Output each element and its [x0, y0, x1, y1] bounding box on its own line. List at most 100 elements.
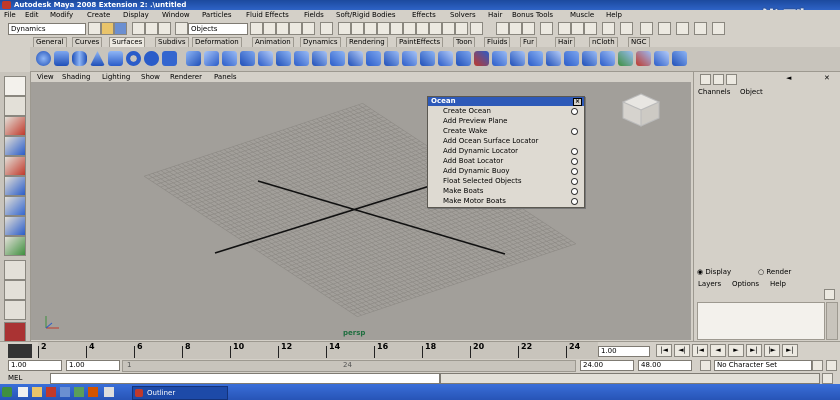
character-set-dropdown[interactable]: No Character Set: [714, 360, 812, 371]
mask-2-icon[interactable]: [351, 22, 364, 35]
tab-dynamics[interactable]: Dynamics: [300, 37, 341, 47]
menu-item-create-ocean[interactable]: Create Ocean: [428, 106, 584, 116]
square-surface-icon[interactable]: [294, 51, 309, 66]
boundary-icon[interactable]: [276, 51, 291, 66]
selection-mode-dropdown[interactable]: Objects: [188, 23, 248, 35]
mask-10-icon[interactable]: [455, 22, 468, 35]
taskbar-app-icon[interactable]: [46, 387, 56, 397]
birail-icon[interactable]: [258, 51, 273, 66]
menu-effects[interactable]: Effects: [412, 11, 436, 19]
mask-3-icon[interactable]: [364, 22, 377, 35]
panel-menu-renderer[interactable]: Renderer: [170, 73, 202, 81]
four-view-layout-icon[interactable]: [4, 280, 26, 300]
untrim-icon[interactable]: [402, 51, 417, 66]
last-tool-icon[interactable]: [4, 236, 26, 256]
snap-together-icon[interactable]: [496, 22, 509, 35]
trim-tool-icon[interactable]: [384, 51, 399, 66]
project-curve-icon[interactable]: [366, 51, 381, 66]
tab-curves[interactable]: Curves: [72, 37, 103, 47]
nurbs-circle-icon[interactable]: [144, 51, 159, 66]
tab-hair[interactable]: Hair: [555, 37, 576, 47]
stitch-icon[interactable]: [564, 51, 579, 66]
layers-menu[interactable]: Layers: [698, 280, 721, 288]
bevel-plus-icon[interactable]: [330, 51, 345, 66]
channels-menu[interactable]: Channels: [698, 88, 730, 96]
rotate-tool-icon[interactable]: [4, 156, 26, 176]
toggle-channel-box-icon[interactable]: [658, 22, 671, 35]
mask-9-icon[interactable]: [442, 22, 455, 35]
selection-mask-icon[interactable]: [175, 22, 188, 35]
new-layer-icon[interactable]: [824, 289, 835, 300]
time-slider[interactable]: 2 4 6 8 10 12 14 16 18 20 22 24 1.00 |◄ …: [0, 341, 840, 360]
nurbs-torus-icon[interactable]: [126, 51, 141, 66]
render-icon[interactable]: [558, 22, 571, 35]
tab-fur[interactable]: Fur: [520, 37, 537, 47]
command-input[interactable]: [50, 373, 440, 384]
snap-grid-icon[interactable]: [250, 22, 263, 35]
attribute-editor-toggle-icon[interactable]: [713, 74, 724, 85]
taskbar-app-icon[interactable]: [18, 387, 28, 397]
menu-file[interactable]: File: [4, 11, 16, 19]
menu-item-create-wake[interactable]: Create Wake: [428, 126, 584, 136]
taskbar-app-icon[interactable]: [104, 387, 114, 397]
menu-item-make-boats[interactable]: Make Boats: [428, 186, 584, 196]
bevel-icon[interactable]: [312, 51, 327, 66]
option-box-icon[interactable]: [571, 178, 578, 185]
play-forwards-icon[interactable]: ►: [728, 344, 744, 357]
outliner-layout-icon[interactable]: [4, 300, 26, 320]
mask-7-icon[interactable]: [416, 22, 429, 35]
nurbs-cylinder-icon[interactable]: [72, 51, 87, 66]
step-back-icon[interactable]: ◄|: [674, 344, 690, 357]
option-box-icon[interactable]: [571, 128, 578, 135]
select-component-icon[interactable]: [158, 22, 171, 35]
option-box-icon[interactable]: [571, 168, 578, 175]
character-set-icon[interactable]: [700, 360, 711, 371]
tab-toon[interactable]: Toon: [453, 37, 476, 47]
menu-modify[interactable]: Modify: [50, 11, 73, 19]
tab-ngc[interactable]: NGC: [628, 37, 650, 47]
channel-box-area[interactable]: [696, 98, 837, 262]
manipulator-tool-icon[interactable]: [4, 196, 26, 216]
mask-6-icon[interactable]: [403, 22, 416, 35]
rebuild-surface-icon[interactable]: [510, 51, 525, 66]
align-surfaces-icon[interactable]: [636, 51, 651, 66]
magnet-icon[interactable]: [640, 22, 653, 35]
menu-edit[interactable]: Edit: [25, 11, 39, 19]
save-scene-icon[interactable]: [114, 22, 127, 35]
tool-settings-toggle-icon[interactable]: [726, 74, 737, 85]
hypershade-icon[interactable]: [602, 22, 615, 35]
nurbs-cone-icon[interactable]: [90, 51, 105, 66]
option-box-icon[interactable]: [571, 158, 578, 165]
panel-menu-view[interactable]: View: [37, 73, 54, 81]
menu-display[interactable]: Display: [123, 11, 149, 19]
tab-painteffects[interactable]: PaintEffects: [396, 37, 444, 47]
paint-select-tool-icon[interactable]: [4, 116, 26, 136]
tab-ncloth[interactable]: nCloth: [589, 37, 618, 47]
snap-curve-icon[interactable]: [263, 22, 276, 35]
display-radio[interactable]: ◉ Display: [697, 268, 731, 276]
loft-icon[interactable]: [204, 51, 219, 66]
taskbar-app-icon[interactable]: [74, 387, 84, 397]
end-time-field[interactable]: 48.00: [638, 360, 692, 371]
current-frame-marker[interactable]: [8, 344, 32, 358]
select-tool-icon[interactable]: [4, 76, 26, 96]
range-bar[interactable]: 1 24: [122, 360, 576, 372]
tab-animation[interactable]: Animation: [252, 37, 294, 47]
tab-subdivs[interactable]: Subdivs: [155, 37, 189, 47]
nurbs-sphere-icon[interactable]: [36, 51, 51, 66]
open-scene-icon[interactable]: [101, 22, 114, 35]
mask-8-icon[interactable]: [429, 22, 442, 35]
menu-item-add-ocean-surface-locator[interactable]: Add Ocean Surface Locator: [428, 136, 584, 146]
select-object-icon[interactable]: [145, 22, 158, 35]
planar-icon[interactable]: [222, 51, 237, 66]
options-menu[interactable]: Options: [732, 280, 759, 288]
menu-fields[interactable]: Fields: [304, 11, 324, 19]
go-to-end-icon[interactable]: ►|: [782, 344, 798, 357]
move-tool-icon[interactable]: [4, 136, 26, 156]
start-icon[interactable]: [2, 387, 12, 397]
channel-box-toggle-icon[interactable]: [700, 74, 711, 85]
option-box-icon[interactable]: [571, 188, 578, 195]
layer-scrollbar[interactable]: [826, 302, 838, 340]
perspective-viewport[interactable]: persp: [31, 82, 691, 340]
boolean-icon[interactable]: [618, 51, 633, 66]
